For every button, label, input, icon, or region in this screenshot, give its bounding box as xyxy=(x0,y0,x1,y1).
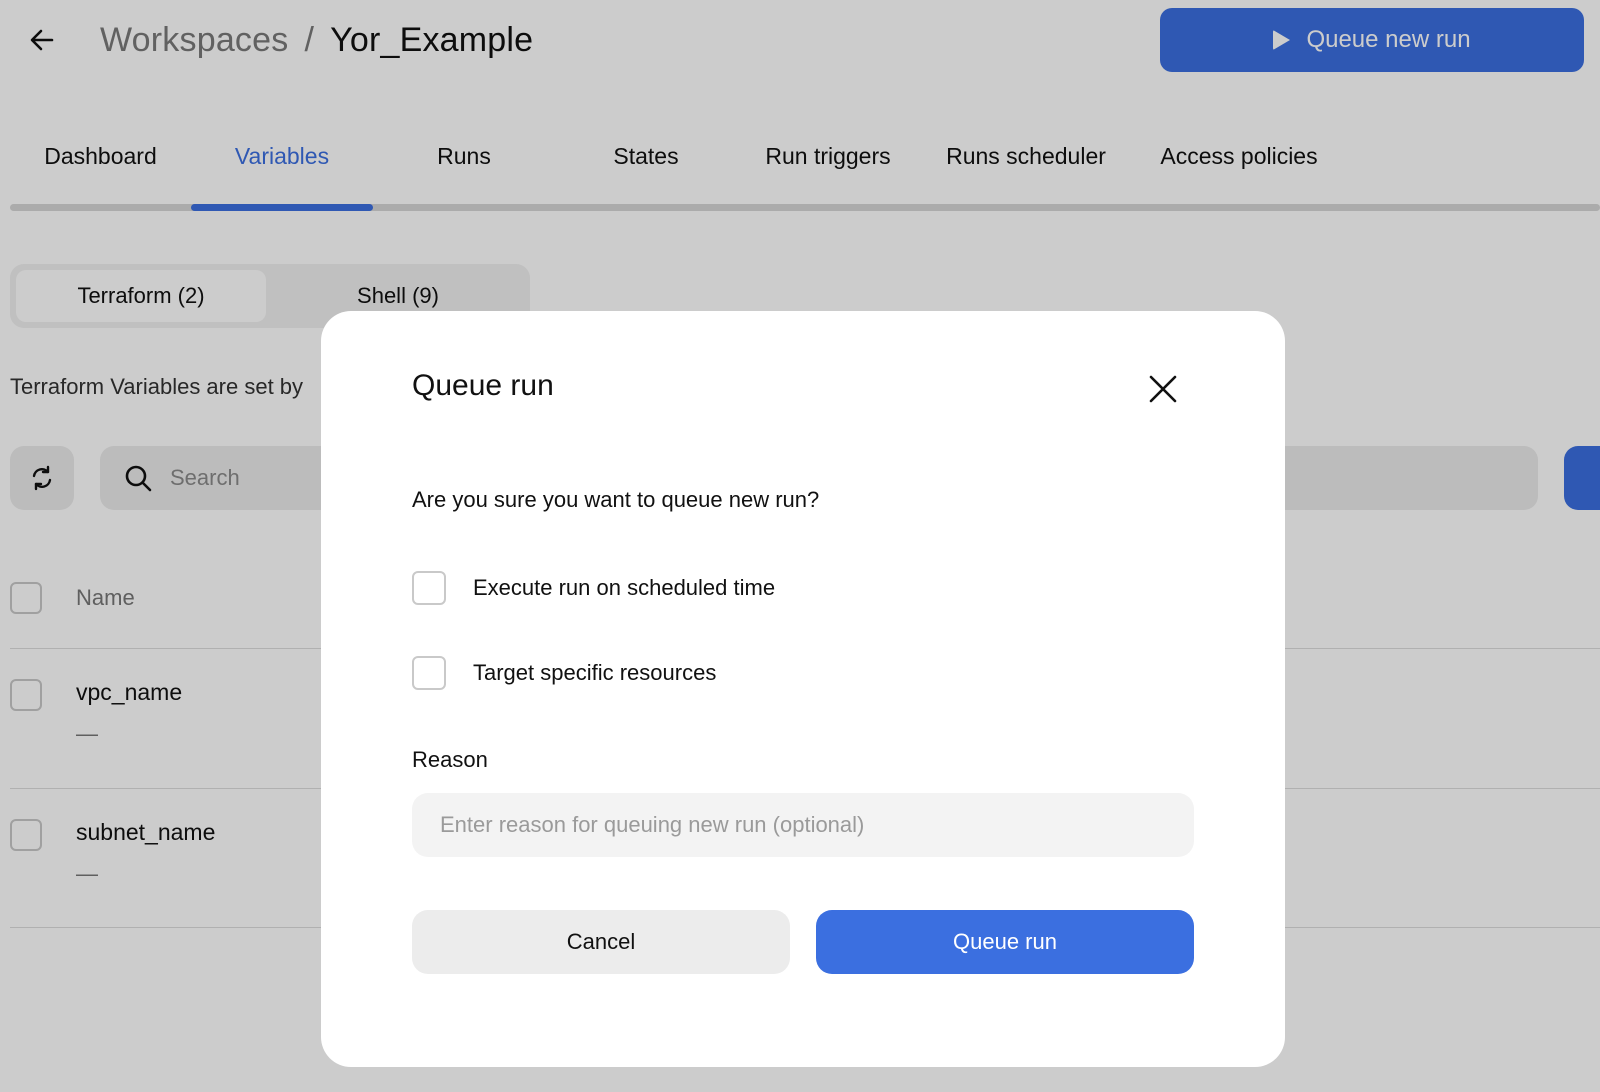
execute-scheduled-label: Execute run on scheduled time xyxy=(473,575,776,600)
target-resources-checkbox[interactable] xyxy=(412,656,446,690)
target-resources-option[interactable]: Target specific resources xyxy=(412,656,716,690)
reason-label: Reason xyxy=(412,747,488,772)
workspace-page: Workspaces / Yor_Example Queue new run D… xyxy=(0,0,1600,1092)
close-dialog-button[interactable] xyxy=(1143,369,1183,409)
queue-run-button[interactable]: Queue run xyxy=(816,910,1194,974)
dialog-title: Queue run xyxy=(412,369,554,402)
dialog-question: Are you sure you want to queue new run? xyxy=(412,487,820,512)
close-icon xyxy=(1149,375,1177,403)
execute-scheduled-option[interactable]: Execute run on scheduled time xyxy=(412,571,775,605)
execute-scheduled-checkbox[interactable] xyxy=(412,571,446,605)
reason-input[interactable] xyxy=(412,793,1194,857)
queue-run-dialog: Queue run Are you sure you want to queue… xyxy=(321,311,1285,1067)
cancel-button[interactable]: Cancel xyxy=(412,910,790,974)
target-resources-label: Target specific resources xyxy=(473,660,717,685)
